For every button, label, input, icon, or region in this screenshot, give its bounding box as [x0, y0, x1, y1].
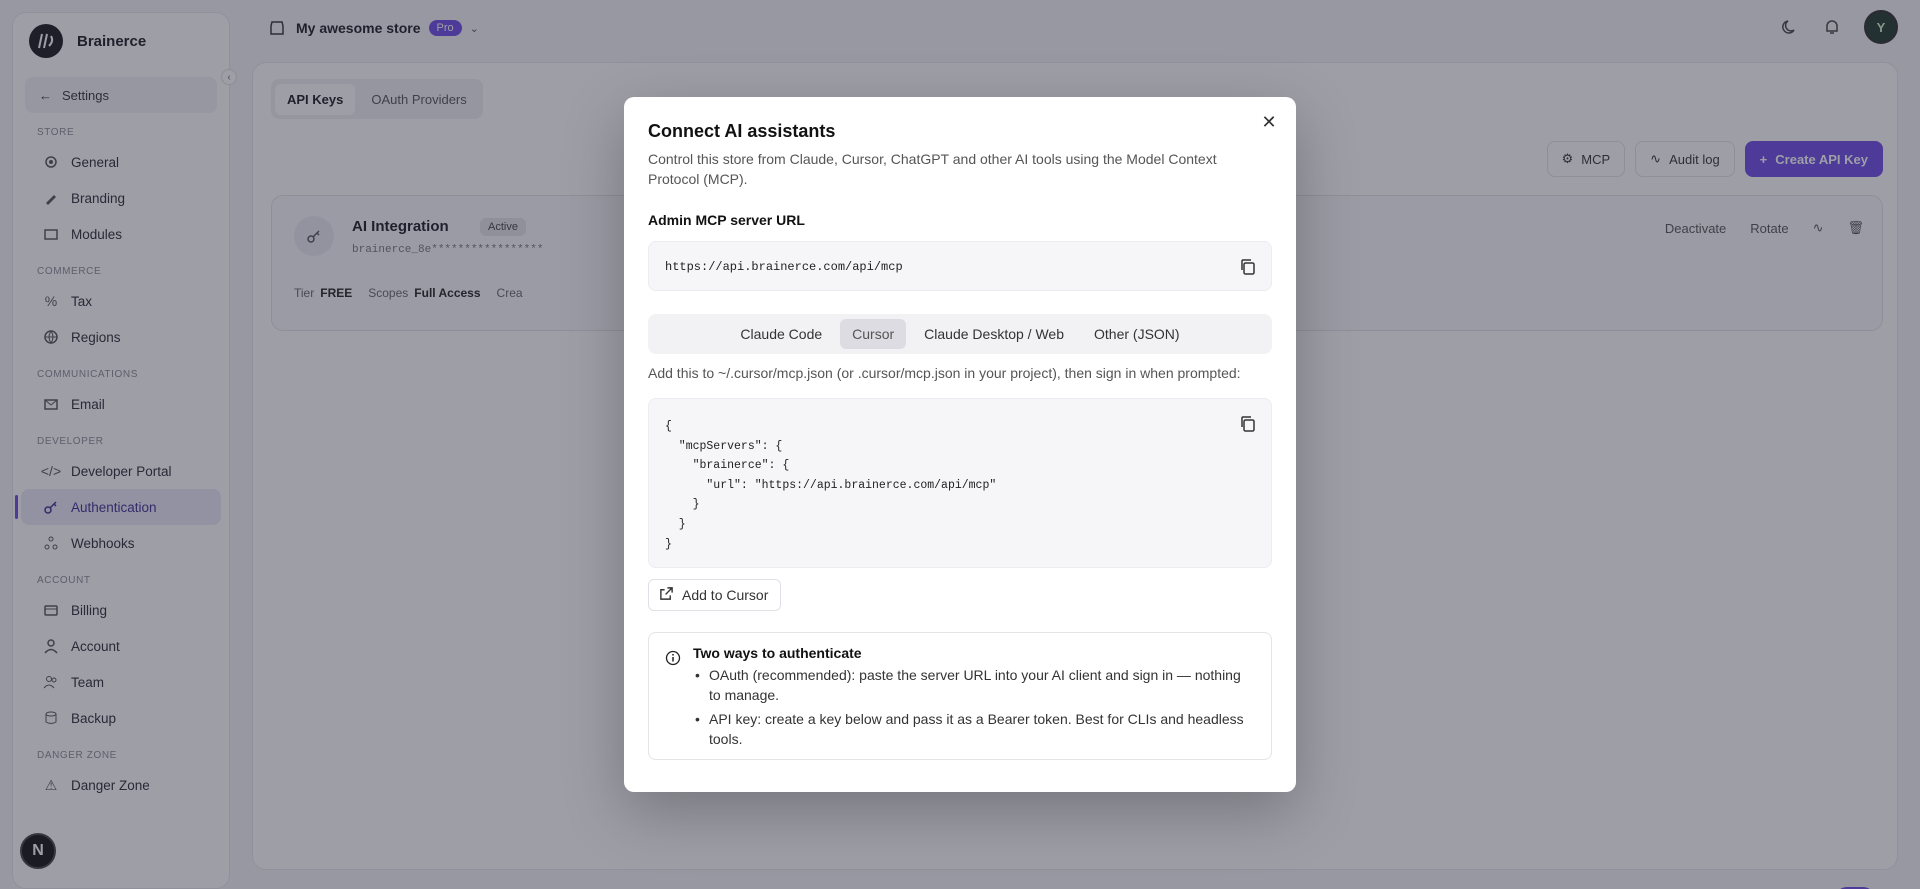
copy-icon[interactable]	[1237, 256, 1259, 278]
tab-other-json[interactable]: Other (JSON)	[1082, 319, 1192, 349]
mcp-url-field[interactable]: https://api.brainerce.com/api/mcp	[648, 241, 1272, 291]
connect-ai-modal: ✕ Connect AI assistants Control this sto…	[624, 97, 1296, 792]
add-to-cursor-label: Add to Cursor	[682, 587, 769, 603]
info-list: OAuth (recommended): paste the server UR…	[693, 665, 1253, 753]
auth-info-box: Two ways to authenticate OAuth (recommen…	[648, 632, 1272, 760]
tab-cursor[interactable]: Cursor	[840, 319, 907, 349]
config-code: { "mcpServers": { "brainerce": { "url": …	[665, 420, 997, 551]
modal-title: Connect AI assistants	[648, 121, 836, 141]
url-label: Admin MCP server URL	[648, 212, 805, 228]
instructions-text: Add this to ~/.cursor/mcp.json (or .curs…	[648, 365, 1241, 381]
list-item: API key: create a key below and pass it …	[693, 709, 1253, 749]
info-title: Two ways to authenticate	[693, 645, 862, 661]
info-icon	[665, 650, 681, 666]
add-to-cursor-button[interactable]: Add to Cursor	[648, 579, 782, 611]
tab-claude-desktop-web[interactable]: Claude Desktop / Web	[912, 319, 1076, 349]
tab-claude-code[interactable]: Claude Code	[728, 319, 834, 349]
modal-description: Control this store from Claude, Cursor, …	[648, 151, 1217, 187]
config-code-block[interactable]: { "mcpServers": { "brainerce": { "url": …	[648, 398, 1272, 568]
client-tabs: Claude Code Cursor Claude Desktop / Web …	[648, 314, 1272, 354]
external-link-icon	[659, 586, 674, 604]
copy-icon[interactable]	[1237, 413, 1259, 435]
close-icon[interactable]: ✕	[1258, 111, 1280, 133]
list-item: OAuth (recommended): paste the server UR…	[693, 665, 1253, 705]
mcp-url-value: https://api.brainerce.com/api/mcp	[665, 260, 903, 274]
